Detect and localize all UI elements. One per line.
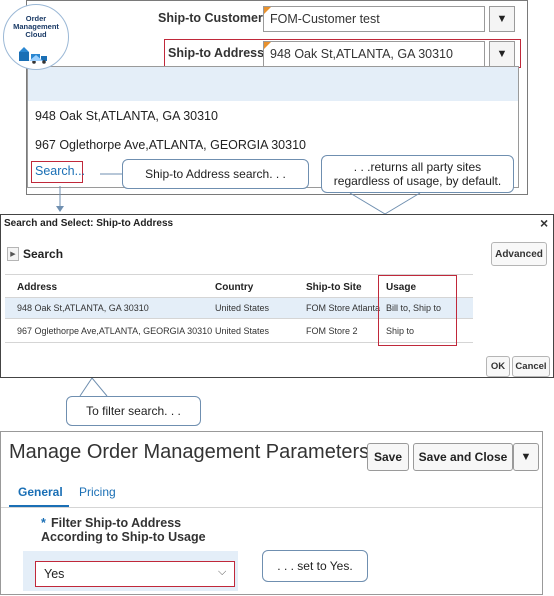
tab-general[interactable]: General [9,479,69,507]
required-asterisk: * [41,516,46,530]
chevron-down-icon[interactable]: ▼ [513,443,539,471]
cell-address: 948 Oak St,ATLANTA, GA 30310 [17,303,149,313]
dialog-title: Search and Select: Ship-to Address [4,218,174,229]
cell-country: United States [215,326,270,336]
search-select-dialog: Search and Select: Ship-to Address × ▶ S… [0,214,554,378]
cell-address: 967 Oglethorpe Ave,ATLANTA, GEORGIA 3031… [17,326,213,336]
cell-country: United States [215,303,270,313]
tab-general-label: General [18,485,63,499]
tab-divider [1,507,542,508]
save-button[interactable]: Save [367,443,409,471]
cell-ship-to-site: FOM Store Atlanta [306,303,381,313]
close-icon[interactable]: × [540,215,548,231]
save-and-close-button[interactable]: Save and Close [413,443,513,471]
column-header-ship-to-site[interactable]: Ship-to Site [306,282,362,293]
filter-usage-select[interactable]: Yes ⌵ [35,561,235,587]
callout-set-yes: . . . set to Yes. [262,550,368,582]
advanced-button[interactable]: Advanced [491,242,547,266]
expand-triangle-icon[interactable]: ▶ [7,247,19,261]
field-label-line2: According to Ship-to Usage [41,530,206,544]
callout-text: To filter search. . . [86,404,181,418]
cancel-button[interactable]: Cancel [512,356,550,377]
cell-ship-to-site: FOM Store 2 [306,326,358,336]
field-label: Filter Ship-to Address [51,516,182,530]
tab-pricing[interactable]: Pricing [79,485,116,499]
page-title: Manage Order Management Parameters [9,441,370,463]
column-header-address[interactable]: Address [17,282,57,293]
column-header-country[interactable]: Country [215,282,253,293]
ok-button[interactable]: OK [486,356,510,377]
search-section-title[interactable]: Search [23,247,63,261]
callout-text: . . . set to Yes. [277,559,353,573]
chevron-down-icon[interactable]: ⌵ [218,566,226,579]
usage-column-highlight [378,275,457,346]
select-value: Yes [44,567,65,581]
callout-filter-search: To filter search. . . [66,396,201,426]
